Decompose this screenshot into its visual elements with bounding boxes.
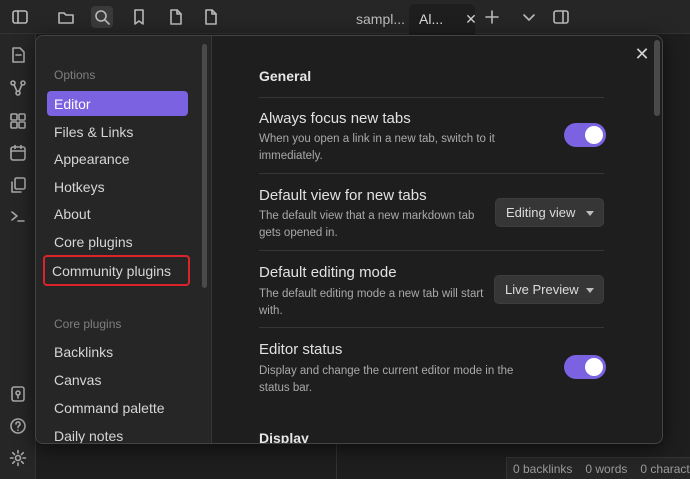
tab-sample[interactable]: sampl... xyxy=(346,4,415,34)
sidebar-item-backlinks[interactable]: Backlinks xyxy=(47,339,188,364)
plus-icon[interactable] xyxy=(481,6,503,28)
pane-divider xyxy=(336,444,337,479)
file-icon[interactable] xyxy=(200,6,222,28)
divider xyxy=(259,97,604,98)
character-count: 0 characters xyxy=(640,461,690,476)
terminal-icon[interactable] xyxy=(9,207,27,225)
backlinks-count[interactable]: 0 backlinks xyxy=(513,462,572,476)
vault-icon[interactable] xyxy=(9,385,27,403)
dropdown-value: Live Preview xyxy=(505,282,579,297)
word-count: 0 words xyxy=(585,461,628,476)
chevron-down-icon[interactable] xyxy=(518,6,540,28)
section-title-display: Display xyxy=(259,430,309,444)
title-bar: sampl... Al... ✕ xyxy=(0,0,690,34)
tab-active[interactable]: Al... ✕ xyxy=(409,4,477,34)
content-scrollbar[interactable] xyxy=(654,40,660,116)
divider xyxy=(259,327,604,328)
core-plugins-heading: Core plugins xyxy=(54,317,122,331)
search-icon[interactable] xyxy=(91,6,113,28)
section-title-general: General xyxy=(259,68,312,84)
left-ribbon xyxy=(0,34,36,479)
sidebar-item-canvas[interactable]: Canvas xyxy=(47,367,188,392)
setting-description: When you open a link in a new tab, switc… xyxy=(259,133,495,162)
settings-modal: Options Editor Files & Links Appearance … xyxy=(35,35,663,444)
sidebar-item-hotkeys[interactable]: Hotkeys xyxy=(47,174,188,199)
setting-description: Display and change the current editor mo… xyxy=(259,365,514,394)
open-switcher-icon[interactable] xyxy=(9,46,27,64)
toggle-knob xyxy=(585,126,603,144)
setting-name: Always focus new tabs xyxy=(259,110,411,127)
canvas-icon[interactable] xyxy=(9,112,27,130)
dropdown-value: Editing view xyxy=(506,205,576,220)
divider xyxy=(259,250,604,251)
toggle-knob xyxy=(585,358,603,376)
tab-label: Al... xyxy=(419,11,444,27)
sidebar-item-community-plugins[interactable]: Community plugins xyxy=(43,255,190,286)
sidebar-item-daily-notes[interactable]: Daily notes xyxy=(47,423,188,444)
setting-name: Default view for new tabs xyxy=(259,187,427,204)
sidebar-item-appearance[interactable]: Appearance xyxy=(47,146,188,171)
sidebar-item-editor[interactable]: Editor xyxy=(47,91,188,116)
divider xyxy=(259,173,604,174)
close-icon[interactable]: ✕ xyxy=(632,44,652,64)
tab-label: sampl... xyxy=(356,11,406,27)
setting-name: Default editing mode xyxy=(259,264,397,281)
sidebar-scrollbar[interactable] xyxy=(202,44,207,288)
options-heading: Options xyxy=(54,68,96,82)
graph-icon[interactable] xyxy=(9,79,27,97)
gear-icon[interactable] xyxy=(9,449,27,467)
default-editing-mode-dropdown[interactable]: Live Preview xyxy=(494,275,604,304)
sidebar-item-files-links[interactable]: Files & Links xyxy=(47,119,188,144)
setting-description: The default view that a new markdown tab… xyxy=(259,210,475,239)
chevron-down-icon xyxy=(586,288,594,293)
sidebar-toggle-icon[interactable] xyxy=(9,6,31,28)
status-bar: 0 backlinks 0 words 0 characters xyxy=(506,457,690,479)
close-icon[interactable]: ✕ xyxy=(465,11,477,28)
setting-name: Editor status xyxy=(259,341,343,358)
folder-icon[interactable] xyxy=(55,6,77,28)
settings-sidebar: Options Editor Files & Links Appearance … xyxy=(36,36,212,443)
bookmark-icon[interactable] xyxy=(128,6,150,28)
sidebar-item-command-palette[interactable]: Command palette xyxy=(47,395,188,420)
chevron-down-icon xyxy=(586,211,594,216)
copy-icon[interactable] xyxy=(9,176,27,194)
editor-status-toggle[interactable] xyxy=(564,355,606,379)
always-focus-new-tabs-toggle[interactable] xyxy=(564,123,606,147)
default-view-dropdown[interactable]: Editing view xyxy=(495,198,604,227)
setting-description: The default editing mode a new tab will … xyxy=(259,288,484,317)
split-view-icon[interactable] xyxy=(550,6,572,28)
calendar-icon[interactable] xyxy=(9,144,27,162)
file-icon[interactable] xyxy=(165,6,187,28)
sidebar-item-core-plugins[interactable]: Core plugins xyxy=(47,229,188,254)
help-icon[interactable] xyxy=(9,417,27,435)
sidebar-item-about[interactable]: About xyxy=(47,201,188,226)
